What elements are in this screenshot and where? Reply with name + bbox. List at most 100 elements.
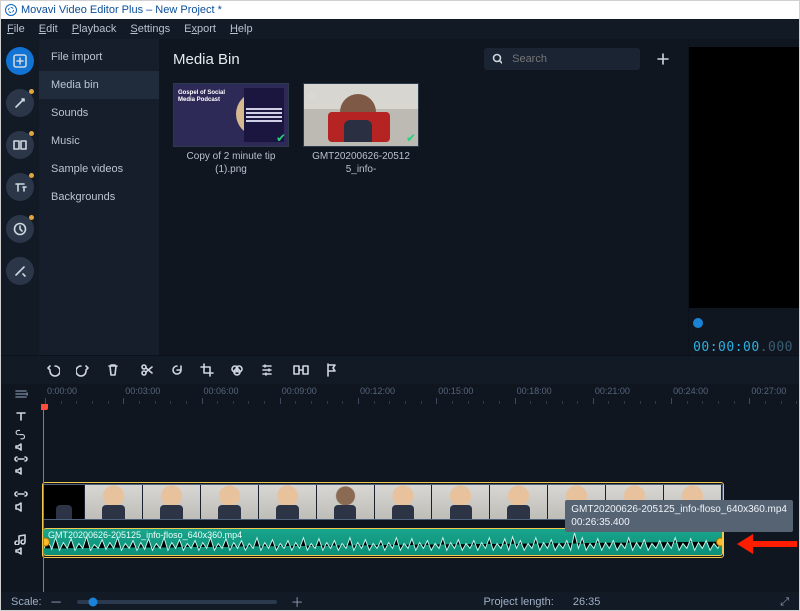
plus-box-icon [13,54,27,68]
sliders-icon [260,363,274,377]
audio-clip-label: GMT20200626-205125_info-floso_640x360.mp… [48,530,242,540]
sidebar-item-file-import[interactable]: File import [39,43,159,71]
transition-wizard-button[interactable] [293,362,309,378]
speaker-icon [14,547,28,555]
trash-icon [107,363,119,377]
speaker-icon [14,467,28,475]
menu-settings[interactable]: Settings [130,23,170,35]
add-media-button[interactable] [652,48,674,70]
link-icon [14,488,28,500]
media-grid: Gospel of SocialMedia Podcast ✔ Copy of … [159,79,688,180]
media-bin-header: Media Bin [159,39,688,79]
link-icon [14,453,28,465]
clip-options-icon[interactable]: ◌ [308,88,315,102]
undo-icon [46,363,60,377]
media-item[interactable]: ◌ ✔ GMT20200626-205125_info- [303,83,419,176]
scale-label: Scale: [11,596,42,608]
track-head-video[interactable] [1,476,41,524]
zoom-out-button[interactable]: － [50,596,63,609]
menu-bar: File Edit Playback Settings Export Help [1,19,799,39]
split-button[interactable] [139,362,155,378]
preview-timecode: 00:00:00.000 [689,340,799,355]
music-note-icon [14,533,28,545]
sidebar-item-sample-videos[interactable]: Sample videos [39,155,159,183]
project-length-label: Project length: [483,596,553,608]
search-input[interactable] [510,52,632,66]
speaker-icon [14,443,28,451]
preview-viewport[interactable] [689,47,799,308]
rail-import-button[interactable] [6,47,34,75]
import-sidebar: File import Media bin Sounds Music Sampl… [39,39,159,355]
window-title: Movavi Video Editor Plus – New Project * [21,4,222,16]
speaker-icon [14,502,28,512]
window-title-bar: Movavi Video Editor Plus – New Project * [1,1,799,19]
rail-titles-button[interactable] [6,173,34,201]
delete-button[interactable] [105,362,121,378]
add-track-button[interactable] [1,384,41,404]
notification-dot-icon [29,89,34,94]
track-head-titles[interactable] [1,404,41,428]
preview-pane: 00:00:00.000 [688,39,799,355]
search-icon [492,53,502,65]
app-logo-icon [5,4,17,16]
track-head-overlay[interactable] [1,428,41,452]
crop-button[interactable] [199,362,215,378]
media-thumbnail[interactable]: Gospel of SocialMedia Podcast ✔ [173,83,289,147]
scissors-icon [140,363,154,377]
tools-icon [13,264,27,278]
menu-file[interactable]: File [7,23,25,35]
sidebar-item-sounds[interactable]: Sounds [39,99,159,127]
sidebar-item-media-bin[interactable]: Media bin [39,71,159,99]
status-bar: Scale: － ＋ Project length: 26:35 ⤢ [1,592,799,611]
zoom-slider[interactable] [77,600,277,604]
zoom-slider-knob[interactable] [88,598,97,607]
rail-more-tools-button[interactable] [6,257,34,285]
search-field[interactable] [484,48,640,70]
add-track-icon [14,388,28,400]
menu-edit[interactable]: Edit [39,23,58,35]
color-adjust-button[interactable] [229,362,245,378]
sidebar-item-backgrounds[interactable]: Backgrounds [39,183,159,211]
rail-transitions-button[interactable] [6,131,34,159]
media-thumbnail[interactable]: ◌ ✔ [303,83,419,147]
redo-button[interactable] [75,362,91,378]
timeline-ruler[interactable]: 0:00:0000:03:0000:06:0000:09:0000:12:000… [41,384,799,404]
add-marker-button[interactable] [323,362,339,378]
media-bin-title: Media Bin [173,51,240,68]
text-icon [13,180,27,194]
rail-stickers-button[interactable] [6,215,34,243]
text-track-icon [14,410,28,422]
menu-playback[interactable]: Playback [72,23,117,35]
timeline-tracks-area[interactable]: GMT20200626-205125_info-floso_640x360.mp… [41,404,799,592]
link-icon [14,429,28,441]
clip-handle-right[interactable] [716,538,723,547]
playhead[interactable] [43,404,44,592]
rail-filters-button[interactable] [6,89,34,117]
used-check-icon: ✔ [406,132,416,144]
timeline-toolbar [1,355,799,384]
redo-icon [76,363,90,377]
undo-button[interactable] [45,362,61,378]
audio-clip[interactable]: GMT20200626-205125_info-floso_640x360.mp… [43,528,723,556]
notification-dot-icon [29,215,34,220]
notification-dot-icon [29,173,34,178]
wand-icon [13,96,27,110]
rotate-button[interactable] [169,362,185,378]
plus-icon [656,52,670,66]
playhead-scrubber-dot[interactable] [693,318,703,328]
transition-icon [13,138,27,152]
annotation-arrow-icon [737,534,797,554]
media-item[interactable]: Gospel of SocialMedia Podcast ✔ Copy of … [173,83,289,176]
menu-export[interactable]: Export [184,23,216,35]
track-head-pip[interactable] [1,452,41,476]
sidebar-item-music[interactable]: Music [39,127,159,155]
track-head-audio[interactable] [1,524,41,564]
clip-properties-button[interactable] [259,362,275,378]
tool-rail [1,39,39,355]
menu-help[interactable]: Help [230,23,253,35]
zoom-in-button[interactable]: ＋ [291,596,304,609]
media-item-label: GMT20200626-205125_info- [312,151,410,176]
clip-tooltip: GMT20200626-205125_info-floso_640x360.mp… [565,500,793,532]
fit-timeline-button[interactable]: ⤢ [780,597,789,608]
project-length-value: 26:35 [573,596,601,608]
